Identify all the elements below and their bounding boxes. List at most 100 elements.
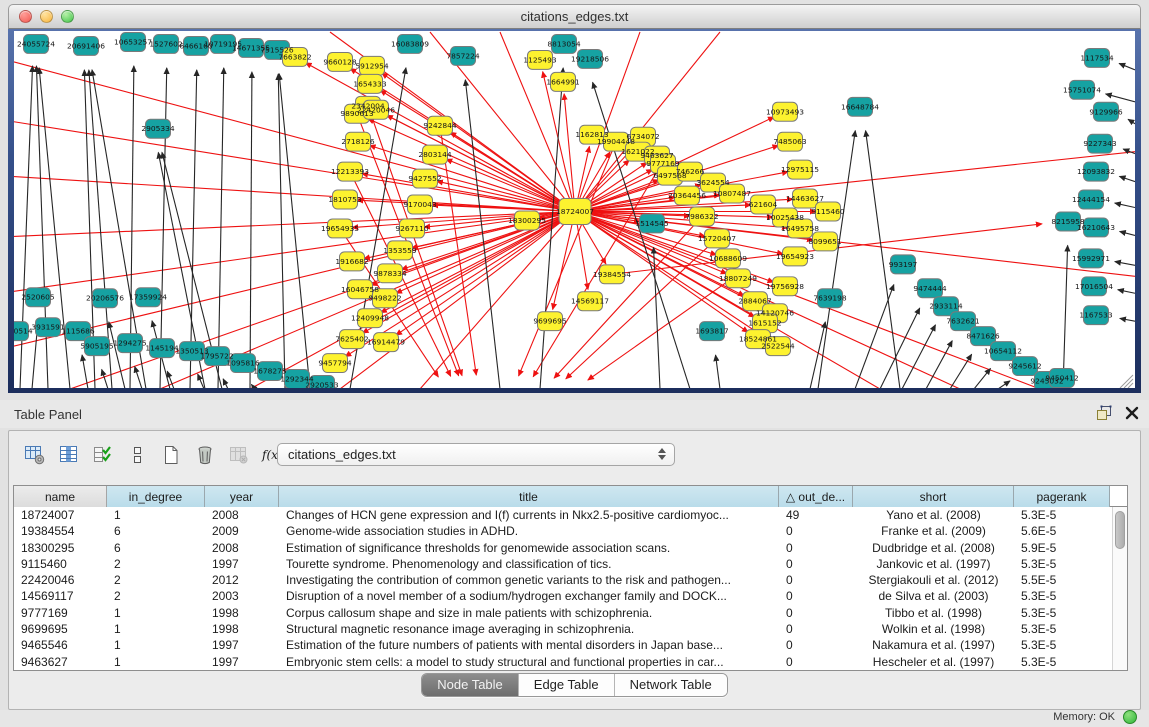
graph-edge[interactable] xyxy=(1063,245,1068,388)
table-cell[interactable]: 2 xyxy=(107,572,205,588)
table-cell[interactable]: 14569117 xyxy=(14,588,107,604)
graph-edge[interactable] xyxy=(450,132,575,211)
table-row[interactable]: 911546021997Tourette syndrome. Phenomeno… xyxy=(14,556,1127,572)
column-header-name[interactable]: name xyxy=(14,486,107,507)
network-window-titlebar[interactable]: citations_edges.txt xyxy=(8,4,1141,29)
table-cell[interactable]: Structural magnetic resonance image aver… xyxy=(279,621,779,637)
table-cell[interactable]: 0 xyxy=(779,605,853,621)
graph-edge[interactable] xyxy=(564,94,575,212)
table-cell[interactable]: 0 xyxy=(779,637,853,653)
table-cell[interactable]: 6 xyxy=(107,523,205,539)
graph-edge[interactable] xyxy=(1118,290,1135,294)
graph-edge[interactable] xyxy=(1120,318,1135,321)
column-header-title[interactable]: title xyxy=(279,486,779,507)
table-cell[interactable]: Stergiakouli et al. (2012) xyxy=(853,572,1014,588)
table-cell[interactable]: 0 xyxy=(779,523,853,539)
table-cell[interactable]: 2009 xyxy=(205,523,279,539)
row-options-icon[interactable] xyxy=(123,441,151,469)
table-cell[interactable]: Nakamura et al. (1997) xyxy=(853,637,1014,653)
table-cell[interactable]: 1997 xyxy=(205,637,279,653)
table-cell[interactable]: 0 xyxy=(779,572,853,588)
network-graph[interactable]: 1872400724055724206914061065325715276026… xyxy=(14,31,1135,388)
table-cell[interactable]: Wolkin et al. (1998) xyxy=(853,621,1014,637)
table-cell[interactable]: Investigating the contribution of common… xyxy=(279,572,779,588)
table-cell[interactable]: 0 xyxy=(779,540,853,556)
table-cell[interactable]: 9115460 xyxy=(14,556,107,572)
delete-column-icon[interactable] xyxy=(191,441,219,469)
graph-edge[interactable] xyxy=(1120,231,1135,235)
table-cell[interactable]: 18300295 xyxy=(14,540,107,556)
table-cell[interactable]: Embryonic stem cells: a model to study s… xyxy=(279,654,779,670)
table-cell[interactable]: Tibbo et al. (1998) xyxy=(853,605,1014,621)
table-cell[interactable]: Estimation of significance thresholds fo… xyxy=(279,540,779,556)
table-cell[interactable]: 5.3E-5 xyxy=(1014,654,1110,670)
table-cell[interactable]: 6 xyxy=(107,540,205,556)
table-cell[interactable]: 1997 xyxy=(205,654,279,670)
graph-edge[interactable] xyxy=(974,368,991,388)
table-cell[interactable]: 2012 xyxy=(205,572,279,588)
table-cell[interactable]: 0 xyxy=(779,654,853,670)
table-cell[interactable]: 5.6E-5 xyxy=(1014,523,1110,539)
canvas-resize-grip[interactable] xyxy=(1120,375,1133,388)
table-cell[interactable]: Hescheler et al. (1997) xyxy=(853,654,1014,670)
table-cell[interactable]: 5.5E-5 xyxy=(1014,572,1110,588)
table-cell[interactable]: Genome-wide association studies in ADHD. xyxy=(279,523,779,539)
table-cell[interactable]: 2003 xyxy=(205,588,279,604)
show-columns-icon[interactable] xyxy=(55,441,83,469)
tab-network-table[interactable]: Network Table xyxy=(614,674,727,696)
table-cell[interactable]: 18724007 xyxy=(14,507,107,523)
graph-edge[interactable] xyxy=(716,355,720,388)
scrollbar-thumb[interactable] xyxy=(1115,511,1125,549)
table-cell[interactable]: 22420046 xyxy=(14,572,107,588)
table-cell[interactable]: 9777169 xyxy=(14,605,107,621)
graph-edge[interactable] xyxy=(465,80,500,388)
table-cell[interactable]: 5.3E-5 xyxy=(1014,605,1110,621)
table-cell[interactable]: 1997 xyxy=(205,556,279,572)
table-cell[interactable]: 5.3E-5 xyxy=(1014,588,1110,604)
graph-edge[interactable] xyxy=(1119,63,1135,69)
close-panel-icon[interactable] xyxy=(1125,406,1139,420)
table-cell[interactable]: Jankovic et al. (1997) xyxy=(853,556,1014,572)
tab-edge-table[interactable]: Edge Table xyxy=(518,674,614,696)
table-row[interactable]: 946554611997Estimation of the future num… xyxy=(14,637,1127,653)
table-cell[interactable]: 5.3E-5 xyxy=(1014,556,1110,572)
column-header-pagerank[interactable]: pagerank xyxy=(1014,486,1110,507)
column-header-out_de[interactable]: △ out_de... xyxy=(779,486,853,507)
table-cell[interactable]: 1 xyxy=(107,621,205,637)
graph-edge[interactable] xyxy=(250,72,252,388)
float-panel-icon[interactable] xyxy=(1095,405,1113,421)
table-cell[interactable]: de Silva et al. (2003) xyxy=(853,588,1014,604)
table-cell[interactable]: 2008 xyxy=(205,540,279,556)
table-cell[interactable]: 5.3E-5 xyxy=(1014,621,1110,637)
table-cell[interactable]: 0 xyxy=(779,621,853,637)
table-row[interactable]: 1456911722003Disruption of a novel membe… xyxy=(14,588,1127,604)
graph-edge[interactable] xyxy=(1115,203,1135,207)
column-header-year[interactable]: year xyxy=(205,486,279,507)
graph-edge[interactable] xyxy=(926,341,952,388)
table-vertical-scrollbar[interactable] xyxy=(1112,507,1127,670)
table-row[interactable]: 1938455462009Genome-wide association stu… xyxy=(14,523,1127,539)
table-cell[interactable]: 2 xyxy=(107,556,205,572)
table-cell[interactable]: 49 xyxy=(779,507,853,523)
graph-edge[interactable] xyxy=(880,308,920,388)
graph-edge[interactable] xyxy=(1106,94,1135,102)
table-selector-dropdown[interactable]: citations_edges.txt xyxy=(277,443,675,466)
column-header-in_degree[interactable]: in_degree xyxy=(107,486,205,507)
table-row[interactable]: 1872400712008Changes of HCN gene express… xyxy=(14,507,1127,523)
table-row[interactable]: 1830029562008Estimation of significance … xyxy=(14,540,1127,556)
network-canvas[interactable]: 1872400724055724206914061065325715276026… xyxy=(14,31,1135,388)
table-cell[interactable]: 9699695 xyxy=(14,621,107,637)
table-cell[interactable]: 19384554 xyxy=(14,523,107,539)
table-cell[interactable]: 9463627 xyxy=(14,654,107,670)
table-cell[interactable]: 5.3E-5 xyxy=(1014,637,1110,653)
graph-edge[interactable] xyxy=(135,366,142,388)
table-cell[interactable]: 0 xyxy=(779,588,853,604)
create-column-icon[interactable] xyxy=(157,441,185,469)
table-cell[interactable]: 5.9E-5 xyxy=(1014,540,1110,556)
table-cell[interactable]: Corpus callosum shape and size in male p… xyxy=(279,605,779,621)
table-cell[interactable]: Tourette syndrome. Phenomenology and cla… xyxy=(279,556,779,572)
tab-node-table[interactable]: Node Table xyxy=(422,674,518,696)
table-cell[interactable]: 1 xyxy=(107,654,205,670)
graph-edge[interactable] xyxy=(1119,176,1135,181)
graph-edge[interactable] xyxy=(14,62,575,212)
